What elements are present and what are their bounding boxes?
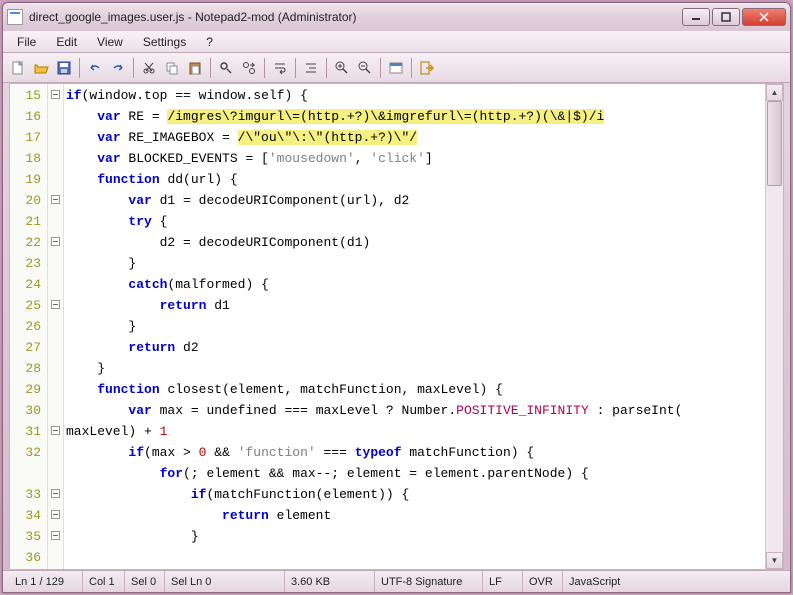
title-bar[interactable]: direct_google_images.user.js - Notepad2-… [3, 3, 790, 31]
status-ln[interactable]: Ln 1 / 129 [9, 571, 83, 592]
status-sel[interactable]: Sel 0 [125, 571, 165, 592]
scroll-thumb[interactable] [767, 101, 782, 186]
maximize-button[interactable] [712, 8, 740, 26]
paste-icon[interactable] [184, 57, 206, 79]
fold-column[interactable] [48, 84, 64, 569]
copy-icon[interactable] [161, 57, 183, 79]
toolbar-separator [79, 58, 80, 78]
vertical-scrollbar[interactable]: ▲ ▼ [765, 84, 783, 569]
status-lang[interactable]: JavaScript [563, 571, 784, 592]
toolbar-separator [264, 58, 265, 78]
toolbar-separator [295, 58, 296, 78]
menu-help[interactable]: ? [196, 33, 223, 51]
status-selln[interactable]: Sel Ln 0 [165, 571, 285, 592]
close-button[interactable] [742, 8, 786, 26]
status-eol[interactable]: LF [483, 571, 523, 592]
status-encoding[interactable]: UTF-8 Signature [375, 571, 483, 592]
save-file-icon[interactable] [53, 57, 75, 79]
menu-bar: File Edit View Settings ? [3, 31, 790, 53]
scroll-down-icon[interactable]: ▼ [766, 552, 783, 569]
word-wrap-icon[interactable] [269, 57, 291, 79]
find-icon[interactable] [215, 57, 237, 79]
scheme-icon[interactable] [385, 57, 407, 79]
open-file-icon[interactable] [30, 57, 52, 79]
main-window: direct_google_images.user.js - Notepad2-… [2, 2, 791, 593]
toolbar-separator [326, 58, 327, 78]
status-size[interactable]: 3.60 KB [285, 571, 375, 592]
toolbar-separator [133, 58, 134, 78]
exit-icon[interactable] [416, 57, 438, 79]
window-title: direct_google_images.user.js - Notepad2-… [29, 10, 682, 24]
replace-icon[interactable] [238, 57, 260, 79]
indent-icon[interactable] [300, 57, 322, 79]
minimize-button[interactable] [682, 8, 710, 26]
status-mode[interactable]: OVR [523, 571, 563, 592]
status-bar: Ln 1 / 129 Col 1 Sel 0 Sel Ln 0 3.60 KB … [3, 570, 790, 592]
toolbar-separator [411, 58, 412, 78]
line-numbers: 151617181920212223242526272829303132 333… [10, 84, 48, 569]
undo-icon[interactable] [84, 57, 106, 79]
status-col[interactable]: Col 1 [83, 571, 125, 592]
menu-edit[interactable]: Edit [46, 33, 87, 51]
toolbar-separator [380, 58, 381, 78]
zoom-in-icon[interactable] [331, 57, 353, 79]
cut-icon[interactable] [138, 57, 160, 79]
app-icon [7, 9, 23, 25]
new-file-icon[interactable] [7, 57, 29, 79]
toolbar [3, 53, 790, 83]
code-area[interactable]: if(window.top == window.self) { var RE =… [64, 84, 765, 569]
menu-settings[interactable]: Settings [133, 33, 196, 51]
window-controls [682, 8, 786, 26]
scroll-up-icon[interactable]: ▲ [766, 84, 783, 101]
menu-file[interactable]: File [7, 33, 46, 51]
redo-icon[interactable] [107, 57, 129, 79]
menu-view[interactable]: View [87, 33, 133, 51]
editor: 151617181920212223242526272829303132 333… [9, 83, 784, 570]
zoom-out-icon[interactable] [354, 57, 376, 79]
toolbar-separator [210, 58, 211, 78]
